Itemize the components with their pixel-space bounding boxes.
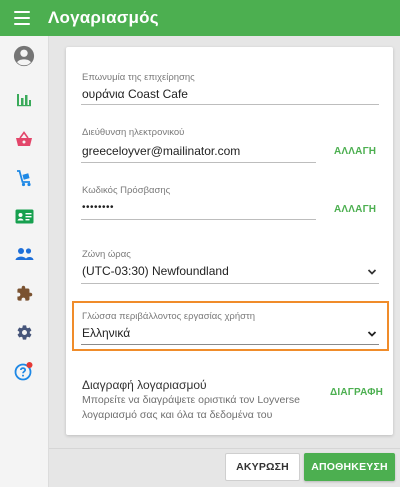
email-underline: [81, 162, 316, 163]
password-field[interactable]: ••••••••: [82, 202, 114, 213]
timezone-underline: [81, 283, 379, 284]
business-name-field[interactable]: ουράνια Coast Cafe: [82, 87, 188, 101]
sidebar-item-employees[interactable]: [0, 238, 48, 270]
gear-icon: [17, 324, 31, 340]
password-underline: [81, 219, 316, 220]
account-settings-card: [66, 47, 393, 435]
save-button[interactable]: ΑΠΟΘΗΚΕΥΣΗ: [304, 453, 395, 481]
email-label: Διεύθυνση ηλεκτρονικού: [82, 127, 185, 138]
delete-account-link[interactable]: ΔΙΑΓΡΑΦΗ: [330, 387, 383, 398]
sidebar-item-customers[interactable]: [0, 200, 48, 232]
business-name-label: Επωνυμία της επιχείρησης: [82, 72, 195, 83]
change-password-link[interactable]: ΑΛΛΑΓΗ: [334, 204, 376, 215]
cancel-button[interactable]: ΑΚΥΡΩΣΗ: [225, 453, 300, 481]
id-card-icon: [15, 209, 33, 223]
menu-icon[interactable]: [14, 11, 30, 25]
sidebar-item-help[interactable]: [0, 355, 48, 387]
password-label: Κωδικός Πρόσβασης: [82, 185, 171, 196]
help-icon: [14, 362, 33, 381]
sidebar-item-settings[interactable]: [0, 316, 48, 348]
language-chevron-down-icon[interactable]: [367, 330, 377, 338]
people-icon: [15, 248, 33, 260]
puzzle-icon: [16, 285, 32, 301]
shopping-basket-icon: [16, 131, 32, 146]
language-select[interactable]: Ελληνικά: [82, 326, 130, 340]
sidebar-item-integrations[interactable]: [0, 277, 48, 309]
sidebar: [0, 36, 49, 487]
sidebar-item-items[interactable]: [0, 162, 48, 194]
footer-divider: [49, 448, 400, 449]
language-label: Γλώσσα περιβάλλοντος εργασίας χρήστη: [82, 311, 256, 322]
timezone-label: Ζώνη ώρας: [82, 249, 131, 260]
delete-account-title: Διαγραφή λογαριασμού: [82, 378, 207, 392]
delete-account-description: Μπορείτε να διαγράψετε οριστικά τον Loyv…: [82, 394, 300, 421]
top-app-bar: Λογαριασμός: [0, 0, 400, 36]
language-underline: [81, 344, 379, 345]
timezone-select[interactable]: (UTC-03:30) Newfoundland: [82, 264, 229, 278]
timezone-chevron-down-icon[interactable]: [367, 268, 377, 276]
sidebar-item-sales[interactable]: [0, 123, 48, 155]
business-name-underline: [81, 104, 379, 105]
email-field[interactable]: greeceloyver@mailinator.com: [82, 144, 240, 158]
bar-chart-icon: [17, 94, 31, 107]
sidebar-item-reports[interactable]: [0, 83, 48, 115]
page-title: Λογαριασμός: [48, 8, 159, 27]
account-circle-icon: [13, 45, 35, 67]
change-email-link[interactable]: ΑΛΛΑΓΗ: [334, 146, 376, 157]
sidebar-item-account[interactable]: [0, 40, 48, 72]
items-cart-icon: [17, 170, 31, 187]
